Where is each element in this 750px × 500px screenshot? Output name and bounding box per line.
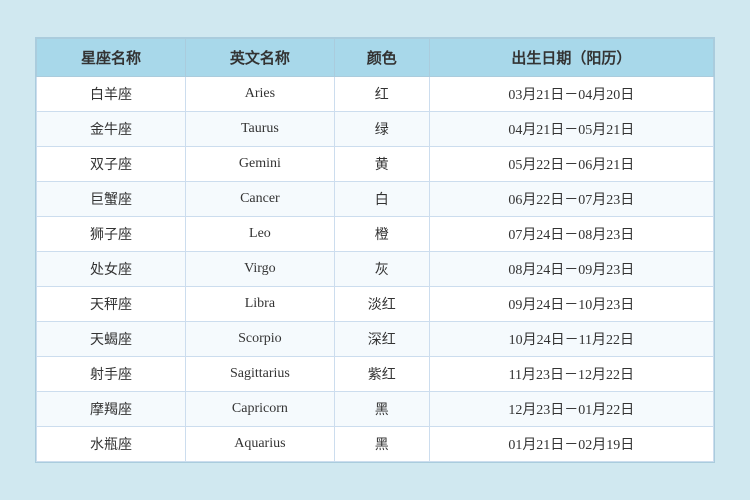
- header-en: 英文名称: [185, 39, 334, 77]
- table-header-row: 星座名称 英文名称 颜色 出生日期（阳历）: [37, 39, 714, 77]
- cell-date: 12月23日－01月22日: [429, 392, 713, 427]
- cell-zh: 水瓶座: [37, 427, 186, 462]
- table-row: 天秤座Libra淡红09月24日－10月23日: [37, 287, 714, 322]
- cell-color: 黑: [334, 392, 429, 427]
- cell-en: Sagittarius: [185, 357, 334, 392]
- cell-zh: 射手座: [37, 357, 186, 392]
- cell-en: Aries: [185, 77, 334, 112]
- cell-en: Capricorn: [185, 392, 334, 427]
- cell-color: 红: [334, 77, 429, 112]
- table-row: 狮子座Leo橙07月24日－08月23日: [37, 217, 714, 252]
- table-row: 双子座Gemini黄05月22日－06月21日: [37, 147, 714, 182]
- cell-date: 07月24日－08月23日: [429, 217, 713, 252]
- cell-zh: 摩羯座: [37, 392, 186, 427]
- cell-color: 深红: [334, 322, 429, 357]
- cell-en: Cancer: [185, 182, 334, 217]
- table-row: 射手座Sagittarius紫红11月23日－12月22日: [37, 357, 714, 392]
- cell-zh: 白羊座: [37, 77, 186, 112]
- table-body: 白羊座Aries红03月21日－04月20日金牛座Taurus绿04月21日－0…: [37, 77, 714, 462]
- cell-en: Scorpio: [185, 322, 334, 357]
- cell-zh: 天秤座: [37, 287, 186, 322]
- cell-en: Virgo: [185, 252, 334, 287]
- header-date: 出生日期（阳历）: [429, 39, 713, 77]
- table-row: 金牛座Taurus绿04月21日－05月21日: [37, 112, 714, 147]
- cell-color: 橙: [334, 217, 429, 252]
- cell-color: 白: [334, 182, 429, 217]
- cell-en: Leo: [185, 217, 334, 252]
- header-color: 颜色: [334, 39, 429, 77]
- cell-color: 绿: [334, 112, 429, 147]
- table-row: 摩羯座Capricorn黑12月23日－01月22日: [37, 392, 714, 427]
- cell-en: Taurus: [185, 112, 334, 147]
- cell-zh: 金牛座: [37, 112, 186, 147]
- cell-color: 黄: [334, 147, 429, 182]
- table-row: 天蝎座Scorpio深红10月24日－11月22日: [37, 322, 714, 357]
- cell-date: 03月21日－04月20日: [429, 77, 713, 112]
- table-row: 处女座Virgo灰08月24日－09月23日: [37, 252, 714, 287]
- cell-color: 淡红: [334, 287, 429, 322]
- cell-en: Libra: [185, 287, 334, 322]
- zodiac-table: 星座名称 英文名称 颜色 出生日期（阳历） 白羊座Aries红03月21日－04…: [36, 38, 714, 462]
- cell-date: 06月22日－07月23日: [429, 182, 713, 217]
- cell-date: 10月24日－11月22日: [429, 322, 713, 357]
- cell-date: 05月22日－06月21日: [429, 147, 713, 182]
- cell-date: 01月21日－02月19日: [429, 427, 713, 462]
- cell-date: 09月24日－10月23日: [429, 287, 713, 322]
- cell-date: 11月23日－12月22日: [429, 357, 713, 392]
- table-row: 白羊座Aries红03月21日－04月20日: [37, 77, 714, 112]
- cell-color: 灰: [334, 252, 429, 287]
- table-row: 水瓶座Aquarius黑01月21日－02月19日: [37, 427, 714, 462]
- cell-en: Gemini: [185, 147, 334, 182]
- cell-zh: 双子座: [37, 147, 186, 182]
- cell-color: 紫红: [334, 357, 429, 392]
- cell-zh: 狮子座: [37, 217, 186, 252]
- header-zh: 星座名称: [37, 39, 186, 77]
- cell-en: Aquarius: [185, 427, 334, 462]
- zodiac-table-container: 星座名称 英文名称 颜色 出生日期（阳历） 白羊座Aries红03月21日－04…: [35, 37, 715, 463]
- cell-zh: 巨蟹座: [37, 182, 186, 217]
- table-row: 巨蟹座Cancer白06月22日－07月23日: [37, 182, 714, 217]
- cell-zh: 天蝎座: [37, 322, 186, 357]
- cell-date: 04月21日－05月21日: [429, 112, 713, 147]
- cell-date: 08月24日－09月23日: [429, 252, 713, 287]
- cell-zh: 处女座: [37, 252, 186, 287]
- cell-color: 黑: [334, 427, 429, 462]
